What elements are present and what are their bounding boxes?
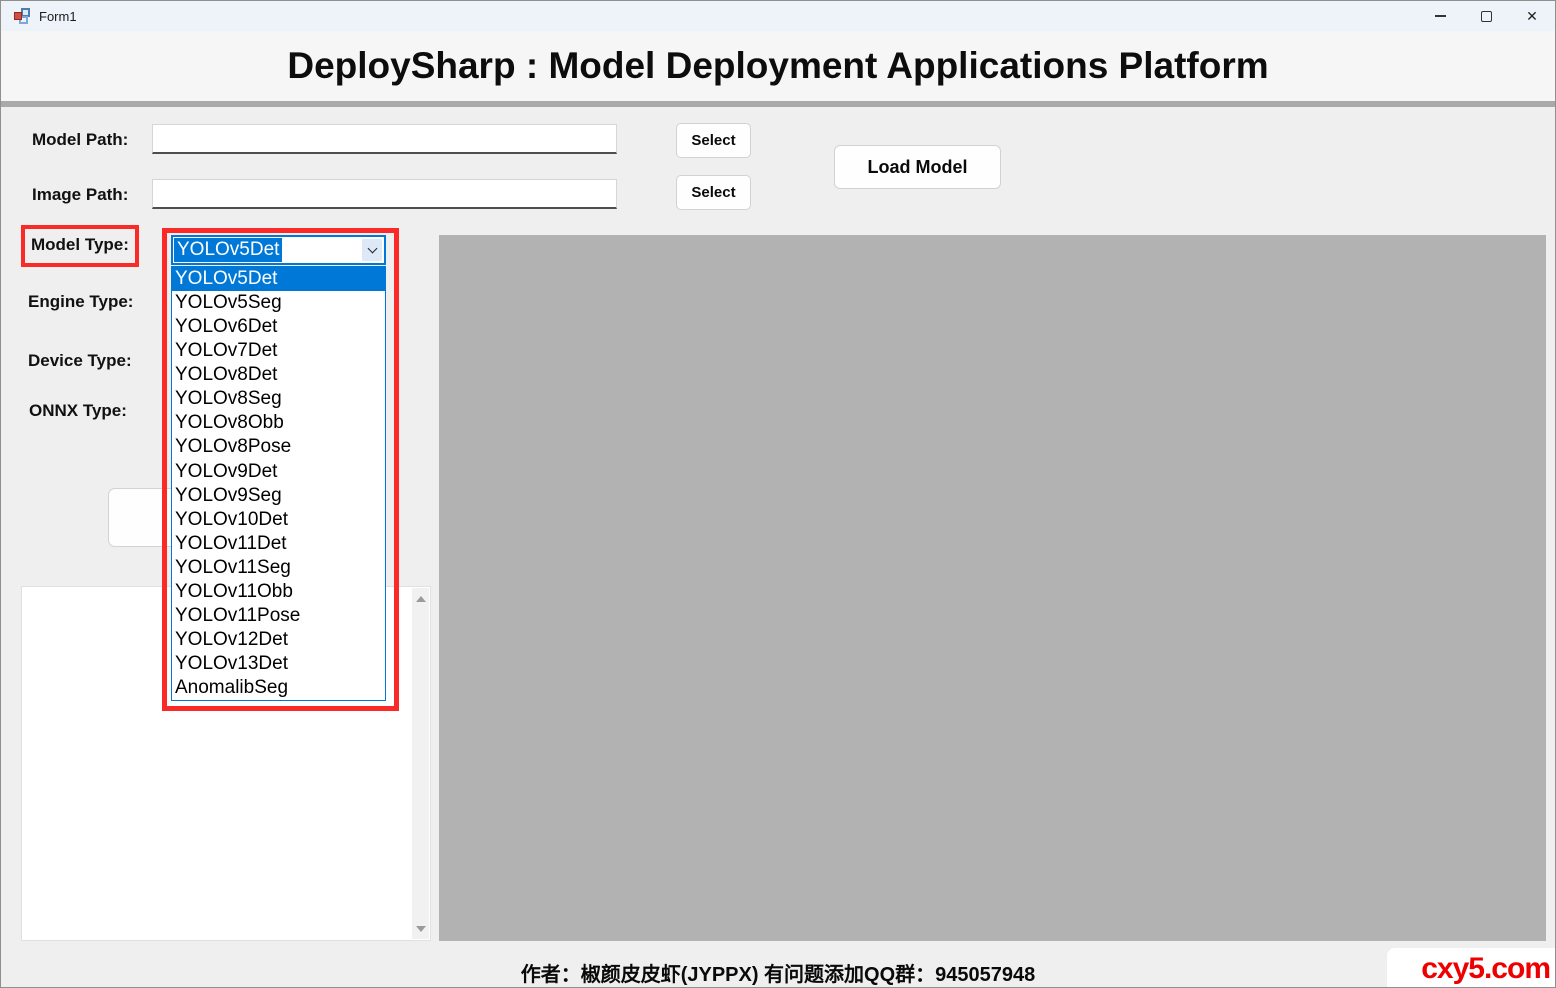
dropdown-option[interactable]: YOLOv9Seg [172,484,385,508]
app-window: Form1 ✕ DeploySharp : Model Deployment A… [0,0,1556,988]
maximize-button[interactable] [1463,1,1509,31]
watermark-text: cxy5.com [1421,952,1550,986]
chevron-down-icon [367,244,377,254]
engine-type-label: Engine Type: [28,292,133,312]
image-path-label: Image Path: [32,185,128,205]
select-model-button[interactable]: Select [676,123,751,158]
dropdown-option[interactable]: YOLOv11Pose [172,604,385,628]
page-title: DeploySharp : Model Deployment Applicati… [287,45,1268,87]
dropdown-option[interactable]: YOLOv8Seg [172,387,385,411]
minimize-icon [1435,15,1446,17]
footer-credit: 作者：椒颜皮皮虾(JYPPX) 有问题添加QQ群：945057948 [1,958,1555,987]
model-type-label: Model Type: [31,235,129,255]
dropdown-option[interactable]: YOLOv11Obb [172,580,385,604]
window-title: Form1 [39,9,77,24]
dropdown-option[interactable]: YOLOv5Seg [172,291,385,315]
watermark-box: cxy5.com [1387,948,1556,988]
device-type-label: Device Type: [28,351,132,371]
dropdown-option[interactable]: YOLOv7Det [172,339,385,363]
close-button[interactable]: ✕ [1509,1,1555,31]
dropdown-option[interactable]: YOLOv5Det [172,267,385,291]
scroll-up-icon [416,596,426,602]
combobox-dropdown-button[interactable] [362,239,382,261]
dropdown-option[interactable]: YOLOv9Det [172,460,385,484]
dropdown-option[interactable]: YOLOv8Obb [172,411,385,435]
scroll-up-button[interactable] [412,590,429,607]
image-path-input[interactable] [152,179,617,209]
dropdown-option[interactable]: YOLOv8Pose [172,435,385,459]
window-controls: ✕ [1417,1,1555,31]
dropdown-option[interactable]: YOLOv6Det [172,315,385,339]
maximize-icon [1481,11,1492,22]
listbox-scrollbar[interactable] [412,588,429,939]
minimize-button[interactable] [1417,1,1463,31]
hidden-button[interactable] [108,488,178,547]
onnx-type-label: ONNX Type: [29,401,127,421]
title-bar: Form1 ✕ [1,1,1555,31]
scroll-down-button[interactable] [412,920,429,937]
dropdown-option[interactable]: YOLOv10Det [172,508,385,532]
close-icon: ✕ [1526,8,1538,25]
dropdown-option[interactable]: YOLOv8Det [172,363,385,387]
app-header: DeploySharp : Model Deployment Applicati… [1,31,1555,101]
model-type-dropdown-list[interactable]: YOLOv5DetYOLOv5SegYOLOv6DetYOLOv7DetYOLO… [171,266,386,701]
combobox-selected-value: YOLOv5Det [174,238,282,262]
dropdown-option[interactable]: YOLOv11Det [172,532,385,556]
dropdown-option[interactable]: YOLOv12Det [172,628,385,652]
dropdown-option[interactable]: YOLOv11Seg [172,556,385,580]
header-divider [1,101,1555,107]
load-model-button[interactable]: Load Model [834,145,1001,189]
winforms-app-icon [14,8,30,24]
model-path-input[interactable] [152,124,617,154]
model-type-combobox[interactable]: YOLOv5Det [171,235,386,265]
dropdown-option[interactable]: YOLOv13Det [172,652,385,676]
select-image-button[interactable]: Select [676,175,751,210]
model-path-label: Model Path: [32,130,128,150]
dropdown-option[interactable]: AnomalibSeg [172,676,385,700]
image-display-area [439,235,1546,941]
scroll-down-icon [416,926,426,932]
